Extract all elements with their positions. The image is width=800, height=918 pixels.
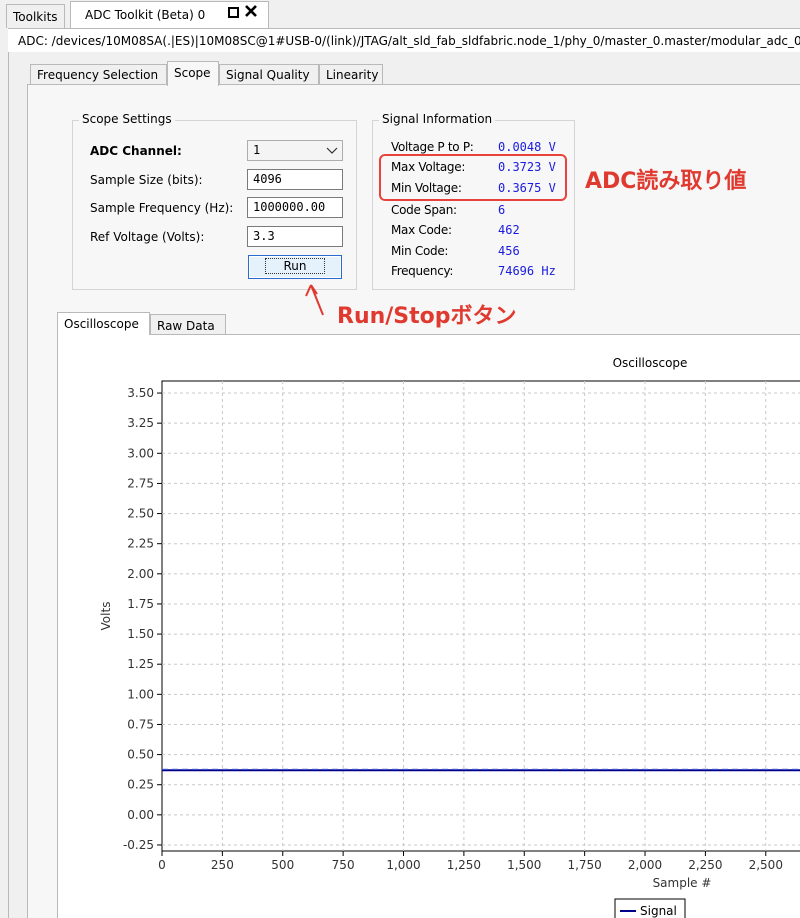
series-layer: [162, 768, 800, 772]
tab-label: Oscilloscope: [64, 317, 139, 331]
plot-area: [161, 380, 800, 852]
y-tick-label: 0.50: [127, 748, 154, 762]
x-tick-label: 0: [158, 858, 166, 872]
y-tick-label: 3.25: [127, 416, 154, 430]
oscilloscope-chart: Oscilloscope -0.25 0.00 0.25 0.50 0.75 1.00 1.…: [99, 356, 800, 918]
x-tick-label: 500: [271, 858, 294, 872]
y-tick-label: 2.50: [127, 507, 154, 521]
chart-title: Oscilloscope: [613, 356, 688, 370]
x-tick-label: 2,500: [749, 858, 783, 872]
y-axis-label: Volts: [99, 602, 113, 631]
x-axis: 0 250 500 750 1,000 1,250 1,500 1,750 2,000 2,250…: [158, 851, 783, 872]
y-tick-label: 1.00: [127, 687, 154, 701]
y-tick-label: 0.75: [127, 717, 154, 731]
x-tick-label: 1,500: [507, 858, 541, 872]
x-tick-label: 750: [332, 858, 355, 872]
y-tick-label: 1.25: [127, 657, 154, 671]
legend-label: Signal: [640, 904, 677, 918]
y-tick-label: 0.25: [127, 778, 154, 792]
x-tick-label: 1,000: [386, 858, 420, 872]
x-tick-label: 250: [211, 858, 234, 872]
tab-label: Scope: [174, 66, 211, 80]
y-tick-label: 2.75: [127, 476, 154, 490]
y-tick-label: -0.25: [123, 838, 154, 852]
y-tick-label: 3.50: [127, 386, 154, 400]
tab-scope[interactable]: Scope: [167, 61, 219, 86]
x-axis-label: Sample #: [653, 876, 712, 890]
y-tick-label: 2.00: [127, 567, 154, 581]
y-tick-label: 1.75: [127, 597, 154, 611]
adc-toolkit-window: { "window_tabs": [ {"label": "Toolkits"}…: [0, 0, 800, 918]
tab-oscilloscope[interactable]: Oscilloscope: [57, 312, 150, 335]
x-tick-label: 2,250: [688, 858, 722, 872]
y-axis: -0.25 0.00 0.25 0.50 0.75 1.00 1.25 1.50 1.75 2.0…: [123, 386, 162, 852]
x-tick-label: 1,750: [567, 858, 601, 872]
y-tick-label: 0.00: [127, 808, 154, 822]
y-tick-label: 3.00: [127, 446, 154, 460]
x-tick-label: 1,250: [447, 858, 481, 872]
x-tick-label: 2,000: [628, 858, 662, 872]
y-tick-label: 1.50: [127, 627, 154, 641]
y-tick-label: 2.25: [127, 537, 154, 551]
